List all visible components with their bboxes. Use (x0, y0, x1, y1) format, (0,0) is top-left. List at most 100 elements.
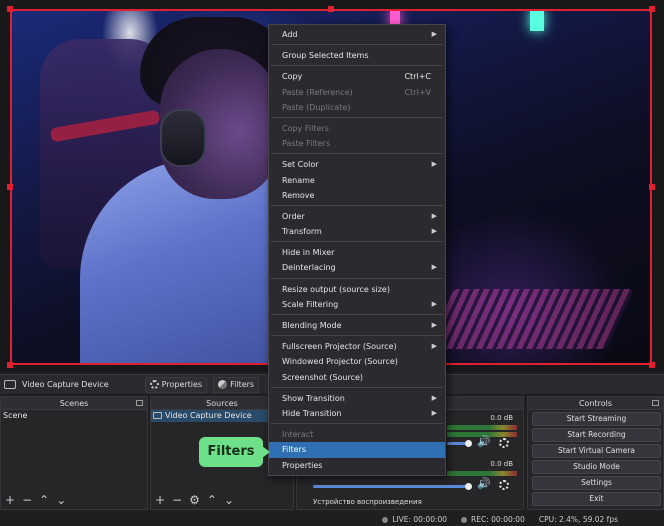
move-up-icon[interactable]: ⌃ (39, 493, 49, 507)
shortcut-label: Ctrl+C (404, 72, 431, 82)
filter-icon (218, 380, 228, 389)
volume-slider[interactable] (313, 485, 469, 488)
menu-item-copy[interactable]: Copy Ctrl+C (269, 69, 445, 84)
menu-item-transform[interactable]: Transform ▶ (269, 224, 445, 239)
resize-handle[interactable] (328, 6, 334, 12)
sources-title-text: Sources (206, 399, 238, 408)
menu-item-hide-transition[interactable]: Hide Transition ▶ (269, 406, 445, 421)
menu-separator (271, 44, 443, 46)
menu-item-properties[interactable]: Properties (269, 458, 445, 473)
remove-icon[interactable]: − (172, 493, 182, 507)
submenu-arrow-icon: ▶ (431, 393, 437, 402)
menu-label: Hide Transition (282, 408, 342, 418)
menu-label: Fullscreen Projector (Source) (282, 342, 397, 352)
move-down-icon[interactable]: ⌄ (56, 493, 66, 507)
rec-status: REC: 00:00:00 (461, 515, 525, 524)
headphones (160, 109, 206, 167)
menu-label: Set Color (282, 160, 319, 170)
menu-item-paste-reference: Paste (Reference) Ctrl+V (269, 85, 445, 100)
source-item-label: Video Capture Device (165, 411, 252, 420)
menu-separator (271, 335, 443, 337)
menu-label: Paste (Reference) (282, 87, 353, 97)
move-up-icon[interactable]: ⌃ (207, 493, 217, 507)
start-virtual-camera-button[interactable]: Start Virtual Camera (532, 444, 661, 458)
channel-db: 0.0 dB (490, 460, 513, 468)
menu-item-blending-mode[interactable]: Blending Mode ▶ (269, 318, 445, 333)
speaker-icon[interactable]: 🔊 (477, 477, 491, 490)
source-context-menu: Add ▶ Group Selected Items Copy Ctrl+C Pas… (268, 24, 446, 476)
undock-icon[interactable] (136, 400, 143, 406)
resize-handle[interactable] (649, 362, 655, 368)
menu-item-show-transition[interactable]: Show Transition ▶ (269, 391, 445, 406)
gear-icon[interactable] (499, 480, 509, 490)
menu-label: Order (282, 211, 305, 221)
submenu-arrow-icon: ▶ (431, 30, 437, 38)
submenu-arrow-icon: ▶ (431, 321, 437, 329)
resize-handle[interactable] (649, 184, 655, 190)
menu-separator (271, 204, 443, 206)
controls-title-text: Controls (578, 399, 613, 408)
menu-item-screenshot[interactable]: Screenshot (Source) (269, 370, 445, 385)
menu-separator (271, 116, 443, 118)
menu-item-scale-filtering[interactable]: Scale Filtering ▶ (269, 297, 445, 312)
menu-separator (271, 153, 443, 155)
scenes-title-text: Scenes (59, 399, 89, 408)
menu-item-interact: Interact (282, 430, 314, 440)
menu-item-set-color[interactable]: Set Color ▶ (269, 157, 445, 172)
live-time: LIVE: 00:00:00 (392, 514, 448, 524)
channel-db: 0.0 dB (490, 414, 513, 422)
menu-label: Blending Mode (282, 321, 342, 330)
menu-separator (271, 277, 443, 279)
exit-button[interactable]: Exit (532, 492, 661, 506)
neon-light (530, 9, 544, 31)
camera-icon (153, 412, 162, 419)
menu-label: Scale Filtering (282, 299, 339, 309)
menu-item-hide-in-mixer[interactable]: Hide in Mixer (269, 245, 445, 260)
resize-handle[interactable] (7, 362, 13, 368)
live-status: LIVE: 00:00:00 (382, 515, 447, 524)
menu-item-group-selected[interactable]: Group Selected Items (269, 48, 445, 63)
menu-separator (271, 423, 443, 425)
menu-item-add[interactable]: Add ▶ (269, 27, 445, 42)
studio-mode-button[interactable]: Studio Mode (532, 460, 661, 474)
move-down-icon[interactable]: ⌄ (224, 493, 234, 507)
volume-knob[interactable] (465, 440, 472, 447)
properties-button[interactable]: Properties (144, 376, 208, 393)
add-icon[interactable]: + (5, 493, 15, 507)
resize-handle[interactable] (7, 184, 13, 190)
gear-icon[interactable] (499, 438, 509, 448)
start-recording-button[interactable]: Start Recording (532, 428, 661, 442)
menu-item-rename[interactable]: Rename (269, 173, 445, 188)
filters-button[interactable]: Filters (213, 376, 260, 393)
submenu-arrow-icon: ▶ (431, 263, 437, 272)
gear-icon[interactable]: ⚙ (189, 493, 200, 507)
menu-item-windowed-projector[interactable]: Windowed Projector (Source) (269, 354, 445, 369)
filters-callout: Filters (199, 437, 270, 467)
menu-item-paste-duplicate: Paste (Duplicate) (282, 102, 351, 112)
remove-icon[interactable]: − (22, 493, 32, 507)
menu-item-copy-filters: Copy Filters (282, 123, 329, 133)
add-icon[interactable]: + (155, 493, 165, 507)
volume-knob[interactable] (465, 483, 472, 490)
scene-item[interactable]: Scene (1, 410, 147, 422)
undock-icon[interactable] (652, 400, 659, 406)
rec-icon (461, 516, 468, 523)
submenu-arrow-icon: ▶ (431, 342, 437, 351)
live-icon (382, 516, 389, 523)
settings-button[interactable]: Settings (532, 476, 661, 490)
menu-separator (271, 65, 443, 67)
controls-title: Controls (528, 397, 663, 410)
menu-item-filters[interactable]: Filters (269, 442, 445, 458)
menu-separator (271, 241, 443, 243)
menu-item-fullscreen-projector[interactable]: Fullscreen Projector (Source) ▶ (269, 339, 445, 354)
selected-source-name: Video Capture Device (22, 380, 109, 389)
speaker-icon[interactable]: 🔊 (477, 435, 491, 448)
resize-handle[interactable] (7, 6, 13, 12)
start-streaming-button[interactable]: Start Streaming (532, 412, 661, 426)
menu-item-order[interactable]: Order ▶ (269, 209, 445, 224)
resize-handle[interactable] (649, 6, 655, 12)
filters-label: Filters (230, 380, 255, 389)
menu-item-remove[interactable]: Remove (269, 188, 445, 203)
menu-item-resize-output[interactable]: Resize output (source size) (269, 282, 445, 297)
menu-item-deinterlacing[interactable]: Deinterlacing ▶ (269, 260, 445, 275)
